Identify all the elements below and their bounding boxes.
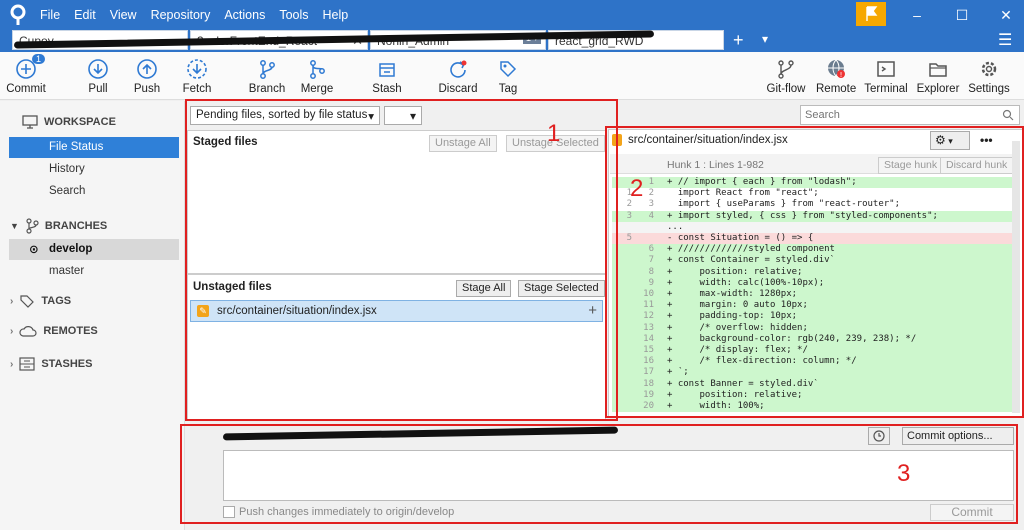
remote-button[interactable]: ! Remote [816, 58, 856, 95]
gitflow-icon [778, 60, 794, 79]
settings-button[interactable]: Settings [966, 58, 1012, 95]
menu-view[interactable]: View [110, 8, 137, 22]
notification-flag-button[interactable] [856, 2, 886, 26]
tag-button[interactable]: Tag [496, 58, 520, 95]
title-bar: File Edit View Repository Actions Tools … [0, 0, 1024, 30]
svg-text:!: ! [840, 71, 843, 79]
explorer-button[interactable]: Explorer [914, 58, 962, 95]
menu-bar: File Edit View Repository Actions Tools … [40, 8, 348, 22]
terminal-button[interactable]: Terminal [862, 58, 910, 95]
branch-label: Branch [248, 83, 286, 95]
pull-button[interactable]: Pull [82, 58, 114, 95]
branch-icon [260, 60, 275, 79]
close-window-button[interactable]: ✕ [996, 6, 1016, 24]
explorer-label: Explorer [916, 83, 960, 95]
workspace-label: WORKSPACE [44, 116, 116, 128]
cloud-icon [19, 326, 37, 337]
hamburger-menu-icon[interactable]: ☰ [998, 30, 1012, 50]
menu-help[interactable]: Help [323, 8, 349, 22]
maximize-button[interactable]: ☐ [952, 6, 972, 24]
discard-button[interactable]: Discard [438, 58, 478, 95]
gear-icon [981, 61, 997, 77]
sidebar: WORKSPACE File Status History Search ▼ B… [0, 101, 185, 530]
push-icon [137, 59, 157, 79]
stash-icon [379, 63, 395, 77]
sidebar-item-file-status[interactable]: File Status [9, 137, 179, 158]
remotes-section[interactable]: › REMOTES [10, 325, 98, 337]
chevron-right-icon: › [10, 295, 14, 307]
remote-label: Remote [816, 83, 857, 95]
repo-tab-strip: Cupoy 3colorFrontEnd_React✕ Nonin_Admin1… [0, 30, 1024, 52]
pull-icon [88, 59, 108, 79]
annotation-box-2 [605, 126, 1024, 418]
flag-icon [866, 6, 878, 21]
stashes-label: STASHES [41, 358, 93, 370]
tab-list-button[interactable]: ▾ [762, 32, 768, 46]
tag-icon [500, 61, 517, 78]
search-icon [1002, 109, 1014, 121]
tags-label: TAGS [41, 295, 72, 307]
branch-button[interactable]: Branch [248, 58, 286, 95]
tag-icon [20, 295, 35, 308]
branch-label: develop [49, 243, 93, 255]
fetch-icon [187, 59, 207, 79]
push-button[interactable]: Push [130, 58, 164, 95]
commit-button[interactable]: Commit 1 [6, 54, 46, 95]
globe-icon: ! [828, 59, 845, 79]
fetch-button[interactable]: Fetch [180, 58, 214, 95]
stashes-section[interactable]: › STASHES [10, 357, 92, 371]
chevron-right-icon: › [10, 358, 14, 370]
current-branch-icon: ⊙ [29, 244, 39, 256]
fetch-label: Fetch [182, 83, 212, 95]
folder-icon [929, 63, 947, 77]
annotation-number-2: 2 [630, 175, 644, 202]
sourcetree-logo-icon [10, 4, 26, 25]
branch-item-develop[interactable]: ⊙ develop [9, 239, 179, 260]
workspace-section[interactable]: WORKSPACE [22, 115, 116, 129]
commit-label: Commit [6, 83, 46, 95]
terminal-icon [877, 61, 895, 77]
merge-icon [310, 60, 325, 79]
annotation-number-1: 1 [547, 120, 561, 147]
gitflow-label: Git-flow [766, 83, 806, 95]
menu-tools[interactable]: Tools [279, 8, 308, 22]
chevron-right-icon: › [10, 325, 14, 337]
merge-button[interactable]: Merge [298, 58, 336, 95]
discard-icon [450, 60, 467, 78]
gitflow-button[interactable]: Git-flow [764, 58, 808, 95]
commit-count-badge: 1 [32, 54, 46, 64]
menu-repository[interactable]: Repository [151, 8, 211, 22]
stash-label: Stash [372, 83, 402, 95]
terminal-label: Terminal [864, 83, 908, 95]
tag-label: Tag [498, 83, 518, 95]
branch-item-master[interactable]: master [9, 261, 179, 282]
new-tab-button[interactable]: + [733, 30, 744, 50]
remotes-label: REMOTES [43, 325, 98, 337]
branches-section[interactable]: ▼ BRANCHES [10, 218, 107, 234]
pull-label: Pull [88, 83, 108, 95]
monitor-icon [22, 115, 38, 129]
push-label: Push [133, 83, 161, 95]
branch-icon [26, 218, 39, 234]
minimize-button[interactable]: – [907, 6, 927, 24]
menu-edit[interactable]: Edit [74, 8, 96, 22]
menu-actions[interactable]: Actions [224, 8, 265, 22]
tags-section[interactable]: › TAGS [10, 294, 71, 308]
sidebar-item-search[interactable]: Search [9, 181, 179, 202]
menu-file[interactable]: File [40, 8, 60, 22]
settings-label: Settings [968, 83, 1010, 95]
branches-label: BRANCHES [44, 220, 108, 232]
merge-label: Merge [300, 83, 334, 95]
toolbar: Commit 1 Pull Push Fetch Branch Merge St… [0, 52, 1024, 100]
annotation-number-3: 3 [897, 460, 911, 487]
search-input[interactable] [801, 106, 991, 124]
discard-label: Discard [438, 83, 478, 95]
stash-button[interactable]: Stash [370, 58, 404, 95]
chevron-down-icon: ▼ [10, 221, 19, 231]
sidebar-item-history[interactable]: History [9, 159, 179, 180]
annotation-box-3 [180, 424, 1018, 524]
search-box [800, 105, 1020, 125]
stash-icon [19, 357, 35, 371]
